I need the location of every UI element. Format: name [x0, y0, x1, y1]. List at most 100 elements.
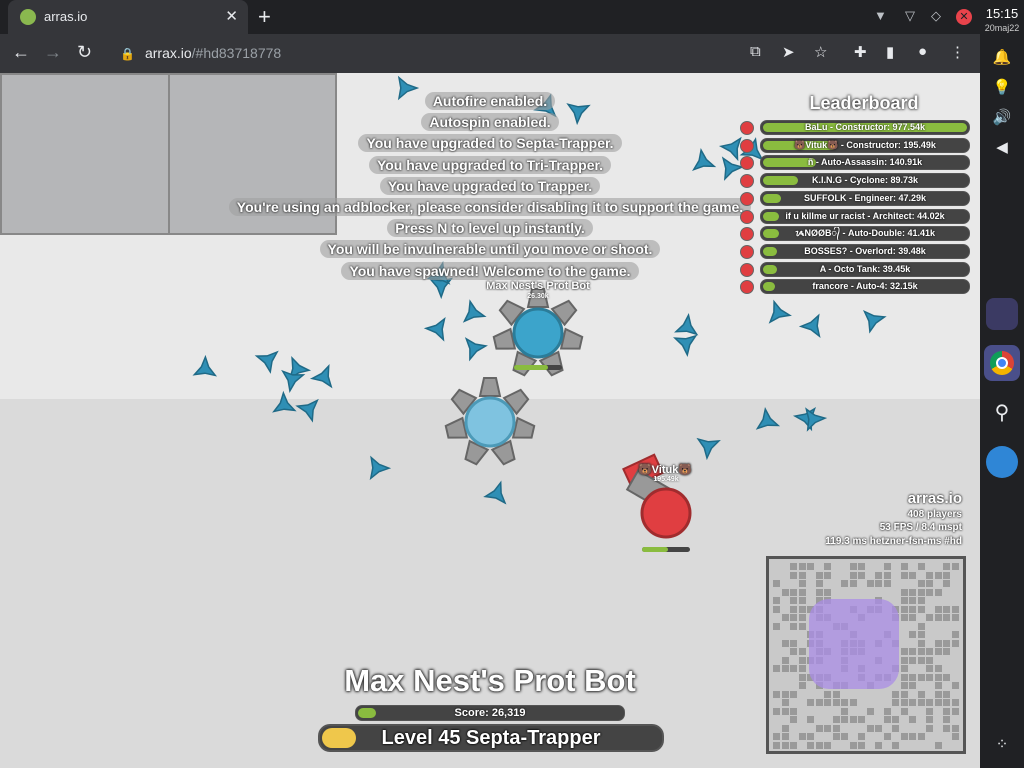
minimap-wall [951, 639, 959, 647]
minimap-wall [943, 716, 950, 723]
minimap-wall [883, 733, 891, 740]
minimap-wall [841, 699, 848, 706]
minimap-wall [790, 741, 797, 749]
files-dock-icon[interactable] [986, 298, 1018, 330]
minimap-wall [781, 699, 789, 706]
profile-icon[interactable]: ● [918, 43, 927, 60]
leaderboard-tank-icon [740, 174, 754, 189]
leaderboard-tank-icon [740, 209, 754, 224]
trap-icon [805, 407, 828, 432]
minimap-wall [841, 580, 848, 587]
forward-icon[interactable]: → [44, 42, 62, 63]
minimap-wall [798, 580, 806, 587]
minimap-wall [943, 571, 950, 579]
minimap-wall [951, 605, 959, 613]
minimap-wall [934, 648, 942, 655]
bot-health-bar [514, 365, 562, 370]
minimap-wall [875, 580, 882, 587]
leaderboard-entry-label: 🐻Vituk🐻 - Constructor: 195.49k [794, 139, 936, 150]
url-host: arrax.io [144, 45, 192, 61]
minimap-wall [909, 699, 916, 706]
trap-icon [464, 337, 488, 362]
bulb-icon[interactable]: 💡 [980, 78, 1024, 96]
trap-icon [423, 317, 446, 342]
trap-icon [862, 309, 887, 334]
minimap-wall [849, 571, 857, 579]
tab-strip: arras.io ✕ + ▼ ▽ ◇ ✕ [0, 0, 980, 34]
level-bar: Level 45 Septa-Trapper [318, 724, 664, 752]
trapper-barrel [492, 327, 517, 350]
minimap-wall [858, 563, 865, 570]
minimap-wall [909, 716, 916, 723]
minimap-wall [815, 571, 823, 579]
minimap-wall [781, 733, 789, 740]
minimap-wall [832, 716, 840, 723]
minimap-wall [943, 614, 950, 621]
minimap-wall [934, 741, 942, 749]
back-icon[interactable]: ← [12, 42, 30, 63]
system-clock: 15:15 [985, 6, 1019, 21]
maximize-icon[interactable]: ◇ [931, 8, 941, 24]
minimap-wall [849, 699, 857, 706]
chrome-dock-icon[interactable] [984, 345, 1020, 381]
bot-score-label: 26.30k [527, 293, 549, 300]
minimap-wall [917, 733, 925, 740]
minimap-wall [943, 707, 950, 715]
server-perf: 53 FPS / 8.4 mspt [879, 522, 962, 533]
minimap-wall [790, 648, 797, 655]
minimap-wall [807, 716, 814, 723]
kde-connect-dock-icon[interactable] [986, 446, 1018, 478]
minimap-wall [883, 716, 891, 723]
minimap-wall [832, 733, 840, 740]
volume-icon[interactable]: 🔊 [980, 108, 1024, 126]
minimap-wall [798, 588, 806, 596]
trap-icon [483, 480, 507, 505]
minimap-wall [858, 571, 865, 579]
tab-arras[interactable]: arras.io ✕ [8, 0, 248, 34]
minimap-wall [883, 707, 891, 715]
notification-bell-icon[interactable]: 🔔 [980, 48, 1024, 66]
minimap-wall [917, 563, 925, 570]
minimap-wall [951, 631, 959, 638]
trap-icon [254, 350, 279, 374]
reload-icon[interactable]: ↻ [77, 42, 92, 63]
enemy-name-label: 🐻Vituk🐻 [637, 464, 693, 476]
minimap-wall [824, 741, 831, 749]
close-window-icon[interactable]: ✕ [956, 9, 972, 25]
url-field[interactable]: 🔒 arrax.io/#hd83718778 [120, 41, 740, 65]
tab-search-icon[interactable]: ▼ [874, 8, 887, 23]
trap-icon [533, 93, 557, 118]
leaderboard-entry: francore - Auto-4: 32.15k [760, 279, 970, 295]
search-dock-icon[interactable]: ⚲ [980, 400, 1024, 425]
minimap-wall [815, 724, 823, 732]
leaderboard-entry: BOSSES? - Overlord: 39.48k [760, 243, 970, 259]
minimap-wall [917, 580, 925, 587]
minimap-wall [866, 707, 874, 715]
app-launcher-icon[interactable]: ⁘ [980, 735, 1024, 753]
minimap-wall [892, 741, 899, 749]
new-tab-icon[interactable]: + [258, 4, 271, 30]
bot-name-label: Max Nest's Prot Bot [486, 280, 590, 292]
translate-icon[interactable]: ⧉ [750, 43, 761, 60]
bookmark-star-icon[interactable]: ☆ [814, 43, 827, 61]
server-ping: 119.3 ms hetzner-fsn-ms #hd [825, 536, 962, 547]
collapse-icon[interactable]: ◀ [980, 138, 1024, 156]
minimize-icon[interactable]: ▽ [905, 8, 915, 24]
leaderboard-entry: BaLu - Constructor: 977.54k [760, 120, 970, 135]
menu-icon[interactable]: ⋮ [950, 43, 965, 61]
game-canvas[interactable]: Max Nest's Prot Bot 26.30k 🐻Vituk🐻 195.4… [0, 73, 980, 768]
side-panel-icon[interactable]: ▮ [886, 43, 894, 61]
trapper-barrel [559, 327, 584, 350]
minimap-wall [926, 588, 933, 596]
leaderboard-tank-icon [740, 121, 754, 135]
close-tab-icon[interactable]: ✕ [225, 7, 238, 25]
extensions-icon[interactable]: ✚ [854, 43, 867, 61]
minimap-wall [951, 614, 959, 621]
trap-icon [755, 406, 781, 430]
send-icon[interactable]: ➤ [782, 43, 795, 61]
enemy-score-label: 195.49k [653, 476, 679, 483]
minimap-wall [917, 588, 925, 596]
minimap-wall [773, 605, 780, 613]
trap-icon [768, 299, 792, 324]
minimap-wall [917, 605, 925, 613]
